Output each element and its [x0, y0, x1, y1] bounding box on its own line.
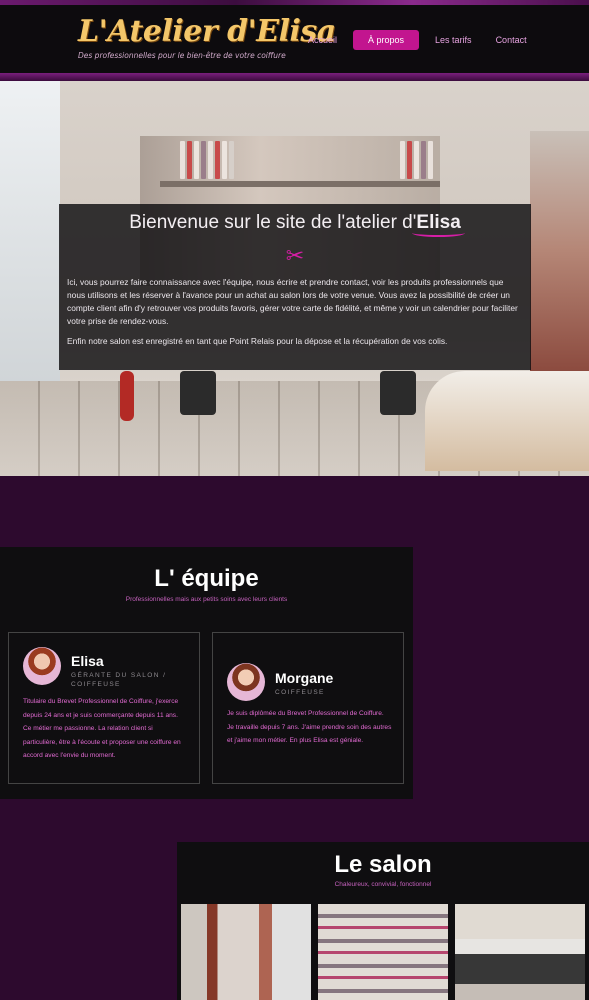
welcome-title-prefix: Bienvenue sur le site de l'atelier d'	[129, 212, 417, 233]
nav-contact[interactable]: Contact	[488, 31, 535, 49]
salon-photo-1[interactable]	[181, 904, 311, 1000]
nav-tarifs[interactable]: Les tarifs	[427, 31, 480, 49]
scissors-icon: ✂	[285, 244, 305, 269]
logo-title: L'Atelier d'Elisa	[78, 14, 336, 49]
avatar	[227, 663, 265, 701]
salon-photo-2[interactable]	[318, 904, 448, 1000]
nav-a-propos[interactable]: À propos	[353, 30, 420, 50]
team-section: L' équipe Professionnelles mais aux peti…	[0, 547, 413, 799]
salon-tagline: Chaleureux, convivial, fonctionnel	[334, 881, 432, 888]
member-bio: Je suis diplômée du Brevet Professionnel…	[227, 710, 392, 744]
hero-photo-bottles	[180, 141, 234, 179]
welcome-paragraph-1: Ici, vous pourrez faire connaissance ave…	[67, 277, 518, 326]
nav-accueil[interactable]: Accueil	[300, 31, 345, 49]
team-tagline: Professionnelles mais aux petits soins a…	[125, 596, 288, 603]
site-header: L'Atelier d'Elisa Des professionnelles p…	[0, 0, 589, 81]
hero-photo-bin	[120, 371, 134, 421]
member-name: Elisa	[71, 653, 104, 669]
logo-subtitle: Des professionnelles pour le bien-être d…	[78, 51, 286, 60]
avatar	[23, 647, 61, 685]
member-role: COIFFEUSE	[275, 689, 325, 696]
welcome-title-name: Elisa	[416, 212, 461, 233]
site-logo[interactable]: L'Atelier d'Elisa Des professionnelles p…	[78, 14, 336, 60]
hero-photo-poster	[530, 131, 589, 371]
welcome-box: Bienvenue sur le site de l'atelier d'Eli…	[59, 204, 531, 370]
hero-photo-shelf	[160, 181, 440, 187]
main-nav: Accueil À propos Les tarifs Contact	[300, 30, 543, 50]
hero-section: Bienvenue sur le site de l'atelier d'Eli…	[0, 81, 589, 476]
member-role: GÉRANTE DU SALON / COIFFEUSE	[71, 672, 167, 688]
member-bio: Titulaire du Brevet Professionnel de Coi…	[23, 698, 181, 759]
salon-title: Le salon	[334, 851, 432, 878]
hero-photo-chair	[180, 371, 216, 415]
hero-photo-counter	[425, 371, 589, 471]
welcome-title: Bienvenue sur le site de l'atelier d'Eli…	[59, 212, 531, 234]
member-name: Morgane	[275, 670, 334, 686]
team-title: L' équipe	[154, 565, 259, 592]
hero-photo-chair	[380, 371, 416, 415]
salon-section: Le salon Chaleureux, convivial, fonction…	[177, 842, 589, 1000]
welcome-paragraph-2: Enfin notre salon est enregistré en tant…	[67, 336, 448, 346]
header-bottom-stripe	[0, 73, 589, 81]
hero-photo-bottles-right	[400, 141, 433, 179]
header-top-stripe	[0, 0, 589, 5]
team-card-elisa: Elisa GÉRANTE DU SALON / COIFFEUSE Titul…	[8, 632, 200, 784]
team-card-morgane: Morgane COIFFEUSE Je suis diplômée du Br…	[212, 632, 404, 784]
salon-photo-3[interactable]	[455, 904, 585, 1000]
